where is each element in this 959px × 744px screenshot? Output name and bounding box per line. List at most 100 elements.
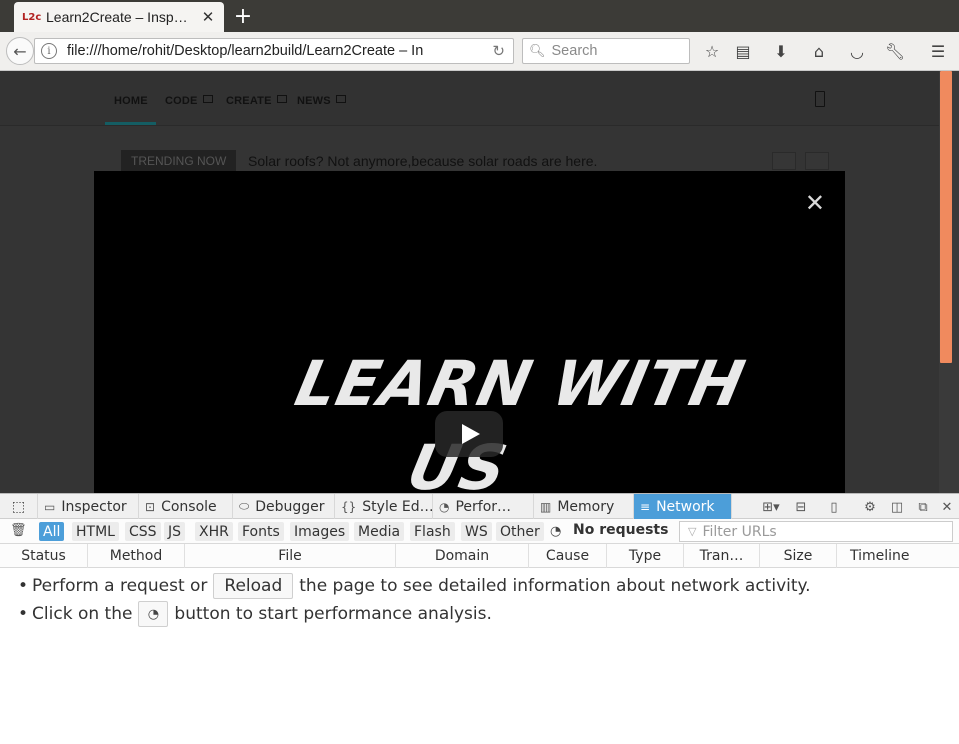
download-icon[interactable]: ⬇: [770, 40, 792, 62]
site-info-icon[interactable]: i: [41, 43, 57, 59]
search-bar[interactable]: 🔍︎: [522, 38, 690, 64]
reload-button[interactable]: Reload: [213, 573, 294, 599]
developer-tools-icon[interactable]: 🔧︎: [884, 40, 906, 62]
site-nav-create-label: CREATE: [226, 95, 272, 107]
performance-hint: • Click on the ◔ button to start perform…: [18, 601, 492, 627]
column-file[interactable]: File: [185, 544, 396, 568]
url-text[interactable]: file:///home/rohit/Desktop/learn2build/L…: [67, 43, 457, 59]
filter-other[interactable]: Other: [496, 522, 544, 541]
reload-icon[interactable]: ↻: [492, 42, 505, 60]
column-transferred[interactable]: Tran…: [684, 544, 760, 568]
filter-urls-input[interactable]: [702, 523, 943, 540]
tab-label: Debugger: [255, 498, 325, 515]
tab-label: Console: [161, 498, 217, 515]
performance-icon[interactable]: ◔: [550, 524, 561, 539]
active-nav-underline: [105, 122, 156, 125]
devtools-tab-bar: ⬚ ▭ Inspector ⊡ Console ⬭ Debugger {} Style …: [0, 494, 959, 519]
pocket-icon[interactable]: ◡: [846, 40, 868, 62]
home-icon[interactable]: ⌂: [808, 40, 830, 62]
inspector-icon: ▭: [44, 499, 56, 514]
close-icon[interactable]: ✕: [937, 497, 957, 517]
tab-network[interactable]: ≡ Network: [634, 494, 732, 519]
site-nav-code[interactable]: CODE: [165, 95, 213, 107]
search-input[interactable]: [551, 43, 682, 59]
filter-media[interactable]: Media: [354, 522, 405, 541]
responsive-design-icon[interactable]: ▯: [824, 497, 844, 517]
play-icon: [462, 424, 480, 444]
performance-hint-after: button to start performance analysis.: [174, 604, 492, 624]
filter-xhr[interactable]: XHR: [195, 522, 233, 541]
url-bar[interactable]: i file:///home/rohit/Desktop/learn2build…: [34, 38, 514, 64]
tab-style-editor[interactable]: {} Style Ed…: [335, 494, 433, 519]
site-favicon-icon: L2c: [22, 11, 42, 23]
close-tab-icon[interactable]: ✕: [200, 8, 216, 26]
reload-hint: • Perform a request or Reload the page t…: [18, 573, 811, 599]
devtools-panel: ⬚ ▭ Inspector ⊡ Console ⬭ Debugger {} Style …: [0, 493, 959, 744]
filter-css[interactable]: CSS: [125, 522, 161, 541]
filter-fonts[interactable]: Fonts: [238, 522, 284, 541]
bookmarks-list-icon[interactable]: ▤: [732, 40, 754, 62]
back-button[interactable]: ←: [6, 37, 34, 65]
scrollbar-thumb[interactable]: [940, 71, 952, 363]
column-timeline[interactable]: Timeline: [837, 544, 959, 568]
trash-icon[interactable]: 🗑︎: [10, 523, 27, 538]
gear-icon[interactable]: ⚙: [860, 497, 880, 517]
column-size[interactable]: Size: [760, 544, 837, 568]
site-nav-create[interactable]: CREATE: [226, 95, 287, 107]
style-editor-icon: {}: [341, 499, 357, 514]
network-toolbar: 🗑︎ All HTML CSS JS XHR Fonts Images Medi…: [0, 519, 959, 544]
filter-all[interactable]: All: [39, 522, 65, 541]
tab-performance[interactable]: ◔ Perfor…: [433, 494, 534, 519]
reload-hint-before: Perform a request or: [32, 576, 208, 596]
tab-strip: L2c Learn2Create – Insp… ✕ +: [0, 0, 959, 32]
pick-element-icon[interactable]: ⬚: [0, 494, 38, 519]
column-type[interactable]: Type: [607, 544, 684, 568]
page-scrollbar[interactable]: [939, 71, 959, 493]
filter-images[interactable]: Images: [290, 522, 350, 541]
browser-tab[interactable]: L2c Learn2Create – Insp… ✕: [14, 2, 224, 32]
site-nav-news[interactable]: NEWS: [297, 95, 346, 107]
hamburger-menu-icon[interactable]: ☰: [927, 40, 949, 62]
column-cause[interactable]: Cause: [529, 544, 607, 568]
play-button[interactable]: [435, 411, 503, 457]
filter-js[interactable]: JS: [164, 522, 186, 541]
column-status[interactable]: Status: [0, 544, 88, 568]
trending-headline[interactable]: Solar roofs? Not anymore,because solar r…: [248, 153, 597, 169]
filter-urls-field[interactable]: ▽: [679, 521, 953, 542]
dropdown-icon: [276, 95, 287, 103]
network-table-header: Status Method File Domain Cause Type Tra…: [0, 544, 959, 568]
stopwatch-icon: ◔: [147, 606, 160, 622]
undock-icon[interactable]: ⧉: [913, 497, 933, 517]
trending-next-button[interactable]: [805, 152, 829, 170]
tab-label: Style Ed…: [362, 498, 433, 515]
filter-icon: ▽: [688, 525, 697, 538]
column-domain[interactable]: Domain: [396, 544, 529, 568]
debugger-icon: ⬭: [239, 499, 250, 513]
filter-flash[interactable]: Flash: [410, 522, 455, 541]
dock-side-icon[interactable]: ◫: [887, 497, 907, 517]
tab-memory[interactable]: ▥ Memory: [534, 494, 634, 519]
trending-prev-button[interactable]: [772, 152, 796, 170]
search-icon: 🔍︎: [529, 43, 546, 59]
tab-inspector[interactable]: ▭ Inspector: [38, 494, 139, 519]
tab-label: Network: [656, 498, 715, 515]
close-icon[interactable]: ✕: [805, 189, 825, 217]
video-title-line1: LEARN WITH: [289, 347, 752, 420]
bookmark-star-icon[interactable]: ☆: [701, 40, 723, 62]
filter-html[interactable]: HTML: [72, 522, 119, 541]
mobile-icon[interactable]: [815, 91, 825, 107]
column-method[interactable]: Method: [88, 544, 185, 568]
site-nav-home[interactable]: HOME: [114, 95, 148, 107]
filter-ws[interactable]: WS: [461, 522, 492, 541]
split-console-icon[interactable]: ⊟: [791, 497, 811, 517]
tab-title: Learn2Create – Insp…: [46, 9, 188, 25]
new-tab-button[interactable]: +: [232, 4, 254, 29]
bullet: •: [18, 604, 29, 624]
performance-analysis-button[interactable]: ◔: [138, 601, 169, 627]
tab-console[interactable]: ⊡ Console: [139, 494, 233, 519]
tab-debugger[interactable]: ⬭ Debugger: [233, 494, 335, 519]
frame-selector-icon[interactable]: ⊞▾: [758, 497, 784, 517]
site-navigation: HOME CODE CREATE NEWS: [0, 71, 939, 126]
network-icon: ≡: [640, 499, 651, 514]
reload-hint-after: the page to see detailed information abo…: [299, 576, 811, 596]
